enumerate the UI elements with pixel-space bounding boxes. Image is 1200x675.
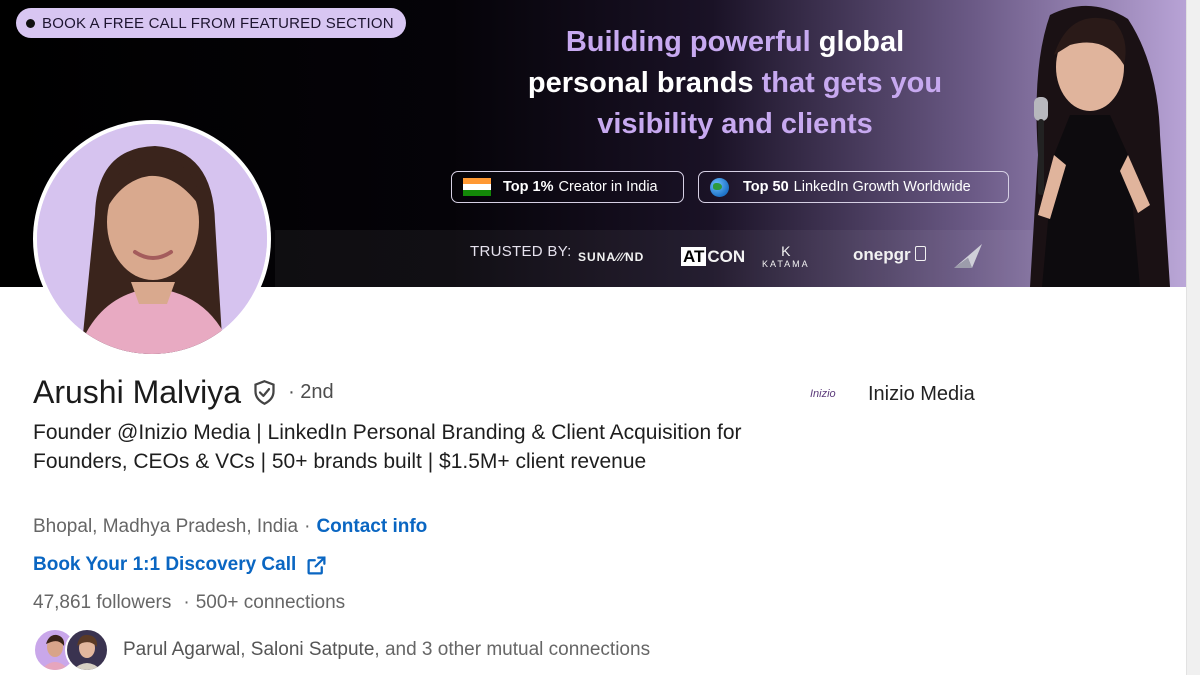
external-link-icon: [307, 555, 326, 575]
india-flag-icon: [463, 178, 491, 196]
connections-count[interactable]: 500+ connections: [196, 592, 345, 614]
book-call-pill-text: BOOK A FREE CALL FROM FEATURED SECTION: [42, 14, 394, 32]
badge-top-growth-bold: Top 50: [743, 179, 789, 195]
profile-headline: Founder @Inizio Media | LinkedIn Persona…: [33, 421, 742, 473]
mutual-connections-row[interactable]: Parul Agarwal, Saloni Satpute, and 3 oth…: [33, 628, 650, 672]
onepgr-logo-text: onepgr: [853, 245, 911, 264]
banner-headline: Building powerful global personal brands…: [430, 22, 1040, 145]
globe-icon: [710, 177, 729, 197]
headline-line3-purple: visibility and clients: [597, 108, 873, 140]
profile-avatar: [37, 124, 267, 354]
headline-line2-purple: that gets you: [761, 67, 943, 99]
headline-line2-white: personal brands: [527, 67, 754, 99]
badge-top-creator-text: Creator in India: [558, 179, 658, 195]
trusted-by-label: TRUSTED BY:: [470, 243, 572, 260]
mutual-rest: , and 3 other mutual connections: [374, 639, 651, 660]
speaker-photo: [1030, 6, 1170, 287]
bullet-dot-icon: [26, 18, 35, 28]
badge-top-creator: Top 1% Creator in India: [451, 171, 684, 203]
stats-row: 47,861 followers · 500+ connections: [33, 592, 345, 614]
mutual-name-separator: ,: [240, 639, 246, 660]
contact-info-link[interactable]: Contact info: [316, 516, 427, 538]
atcon-logo-box: AT: [681, 247, 707, 266]
avatar-portrait: [37, 124, 267, 354]
stats-separator: ·: [183, 592, 190, 613]
badge-top-creator-bold: Top 1%: [503, 179, 554, 195]
profile-name: Arushi Malviya: [33, 374, 242, 410]
atcon-logo: AT CON: [681, 247, 745, 267]
location-row: Bhopal, Madhya Pradesh, India · Contact …: [33, 516, 427, 538]
current-company[interactable]: Inizio Inizio Media: [810, 381, 975, 407]
wing-logo-icon: [954, 244, 982, 268]
katama-logo-text: KATAMA: [762, 259, 810, 269]
mutual-name-2: Saloni Satpute: [250, 639, 375, 660]
book-call-row[interactable]: Book Your 1:1 Discovery Call: [33, 554, 327, 576]
followers-count[interactable]: 47,861 followers: [33, 592, 171, 614]
katama-logo-mark: K: [781, 243, 791, 259]
mutual-name-1: Parul Agarwal: [123, 639, 241, 660]
katama-logo: K KATAMA: [762, 243, 810, 269]
badge-top-growth-text: LinkedIn Growth Worldwide: [793, 179, 971, 195]
suna-logo: SUNA∕∕∕ND: [578, 250, 645, 264]
profile-photo[interactable]: [33, 120, 271, 358]
location-separator: ·: [304, 516, 311, 537]
headline-line1-purple: Building powerful: [565, 26, 811, 58]
book-call-pill: BOOK A FREE CALL FROM FEATURED SECTION: [16, 8, 406, 38]
mutual-connections-text: Parul Agarwal, Saloni Satpute, and 3 oth…: [123, 639, 650, 661]
connection-degree: · 2nd: [288, 381, 334, 403]
page-scrollbar[interactable]: [1186, 0, 1200, 675]
badge-top-growth: Top 50 LinkedIn Growth Worldwide: [698, 171, 1009, 203]
profile-name-row: Arushi Malviya · 2nd: [33, 374, 334, 411]
company-name[interactable]: Inizio Media: [868, 383, 975, 406]
verified-shield-icon[interactable]: [251, 379, 278, 406]
mutual-avatar-2: [65, 628, 109, 672]
phone-icon: [915, 246, 927, 261]
book-discovery-call-link[interactable]: Book Your 1:1 Discovery Call: [33, 554, 296, 576]
profile-location: Bhopal, Madhya Pradesh, India: [33, 516, 299, 537]
company-logo: Inizio: [810, 388, 836, 400]
atcon-logo-rest: CON: [707, 247, 746, 266]
onepgr-logo: onepgr: [853, 245, 927, 265]
headline-line1-white: global: [818, 26, 905, 58]
